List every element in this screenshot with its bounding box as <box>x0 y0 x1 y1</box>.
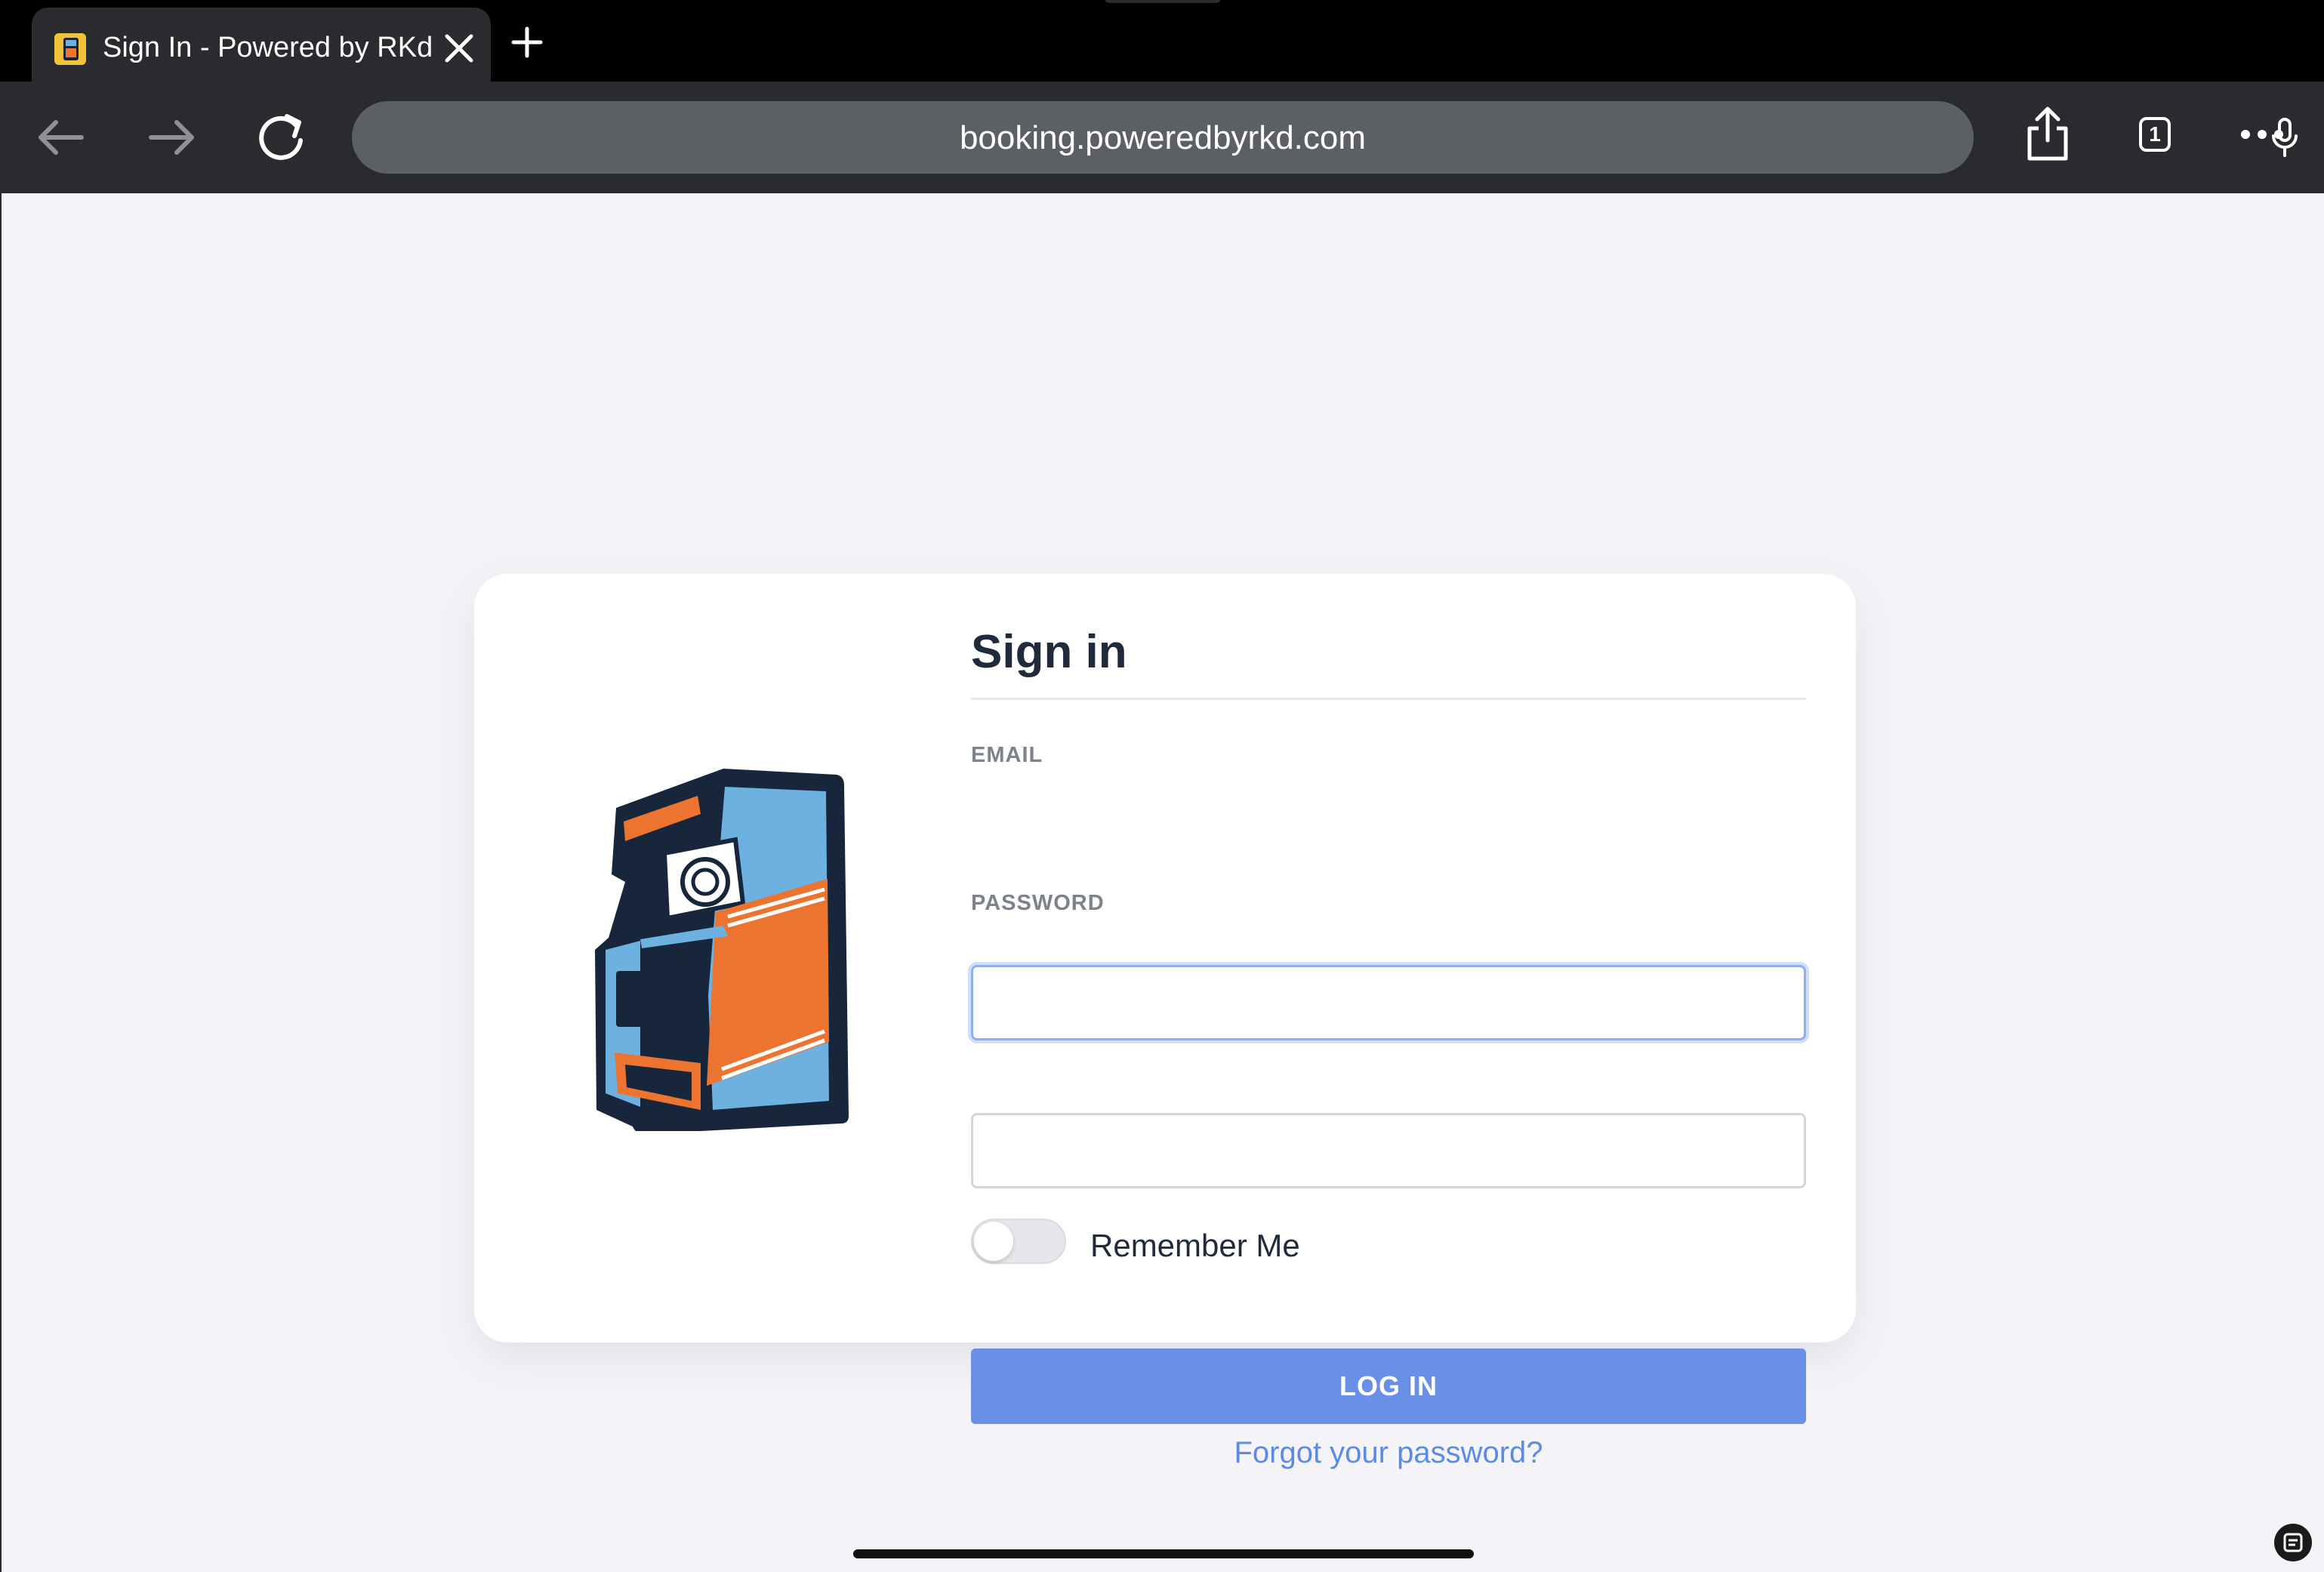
address-bar[interactable]: booking.poweredbyrkd.com <box>352 101 2298 174</box>
toggle-knob <box>974 1222 1013 1261</box>
signin-card: Sign in EMAIL PASSWORD Remember Me LOG I… <box>474 574 1856 1469</box>
password-field[interactable] <box>971 1113 1806 1188</box>
tabs-counter-button[interactable]: 1 <box>2123 103 2187 166</box>
rkd-solutions-logo <box>595 769 852 1134</box>
arrow-right-icon[interactable] <box>139 106 202 169</box>
email-field[interactable] <box>971 965 1806 1040</box>
tabs-count: 1 <box>2139 117 2171 152</box>
rkd-arcade-favicon-icon <box>54 33 86 65</box>
reload-icon[interactable] <box>249 106 313 169</box>
browser-toolbar: booking.poweredbyrkd.com 1 <box>0 82 2324 193</box>
browser-tab-bar: Sign In - Powered by RKd <box>0 0 2324 82</box>
browser-tab[interactable]: Sign In - Powered by RKd <box>32 8 491 82</box>
login-button[interactable]: LOG IN <box>971 1349 1806 1424</box>
email-label: EMAIL <box>971 743 1043 767</box>
forgot-password-link[interactable]: Forgot your password? <box>971 1436 1806 1470</box>
live-text-icon[interactable] <box>2274 1524 2312 1561</box>
remember-me-toggle[interactable] <box>971 1219 1066 1264</box>
arrow-left-icon[interactable] <box>30 106 94 169</box>
page-title: Sign in <box>971 626 1127 678</box>
url-text: booking.poweredbyrkd.com <box>959 119 1367 156</box>
title-divider <box>971 698 1806 700</box>
ellipsis-icon[interactable] <box>2230 103 2294 166</box>
share-icon[interactable] <box>2016 103 2079 166</box>
camera-notch <box>1104 0 1222 3</box>
tab-title: Sign In - Powered by RKd <box>103 32 433 63</box>
password-label: PASSWORD <box>971 891 1105 915</box>
plus-icon[interactable] <box>506 21 548 63</box>
close-icon[interactable] <box>438 27 480 69</box>
remember-me-label[interactable]: Remember Me <box>1090 1228 1300 1264</box>
page-background: Sign in EMAIL PASSWORD Remember Me LOG I… <box>0 193 2324 1572</box>
home-indicator[interactable] <box>853 1549 1474 1558</box>
